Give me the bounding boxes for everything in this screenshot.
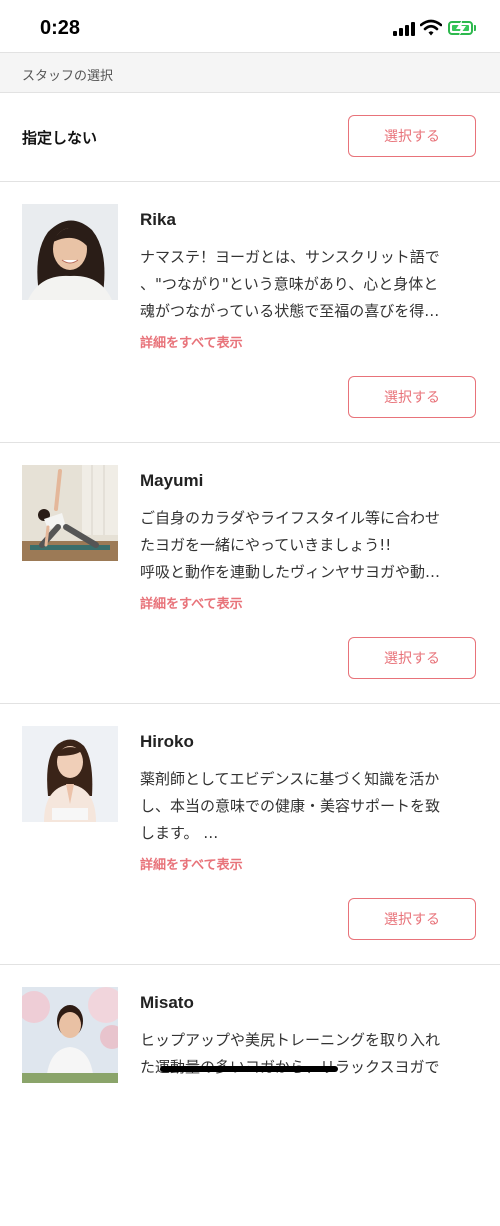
- show-more-link[interactable]: 詳細をすべて表示: [140, 332, 243, 351]
- staff-bio-line: 呼吸と動作を連動したヴィンヤサヨガや動…: [140, 563, 441, 581]
- staff-name: Misato: [140, 993, 194, 1012]
- battery-cap: [474, 25, 476, 31]
- home-indicator[interactable]: [160, 1066, 338, 1072]
- staff-photo-hiroko: [22, 726, 118, 822]
- staff-card-hiroko: Hiroko 薬剤師としてエビデンスに基づく知識を活か し、本当の意味での健康・…: [0, 704, 500, 965]
- charging-bolt-icon: [456, 20, 466, 36]
- status-bar: 0:28: [0, 0, 500, 52]
- no-preference-select-button[interactable]: 選択する: [348, 115, 476, 157]
- staff-bio-line: ナマステ！ヨーガとは、サンスクリット語で: [140, 248, 440, 266]
- show-more-link[interactable]: 詳細をすべて表示: [140, 854, 243, 873]
- staff-photo-mayumi: [22, 465, 118, 561]
- staff-photo-misato: [22, 987, 118, 1083]
- staff-bio: ヒップアップや美尻トレーニングを取り入れ た運動量の多いヨガから、リラックスヨガ…: [140, 1027, 478, 1081]
- staff-bio-line: 魂がつながっている状態で至福の喜びを得…: [140, 302, 440, 320]
- cellular-signal-icon: [393, 22, 417, 36]
- staff-bio-line: ご自身のカラダやライフスタイル等に合わせ: [140, 509, 441, 527]
- staff-name: Hiroko: [140, 732, 194, 751]
- select-staff-button[interactable]: 選択する: [348, 376, 476, 418]
- show-more-link[interactable]: 詳細をすべて表示: [140, 593, 243, 612]
- staff-card-mayumi: Mayumi ご自身のカラダやライフスタイル等に合わせ たヨガを一緒にやっていき…: [0, 443, 500, 704]
- staff-bio-line: します。 …: [140, 824, 219, 842]
- staff-bio-line: ヒップアップや美尻トレーニングを取り入れ: [140, 1031, 441, 1049]
- staff-bio-line: 薬剤師としてエビデンスに基づく知識を活か: [140, 770, 440, 788]
- staff-photo-rika: [22, 204, 118, 300]
- no-preference-row: 指定しない 選択する: [0, 93, 500, 182]
- staff-name: Mayumi: [140, 471, 204, 490]
- no-preference-label: 指定しない: [22, 129, 98, 147]
- staff-bio: 薬剤師としてエビデンスに基づく知識を活か し、本当の意味での健康・美容サポートを…: [140, 766, 478, 847]
- select-staff-button[interactable]: 選択する: [348, 898, 476, 940]
- staff-card-rika: Rika ナマステ！ヨーガとは、サンスクリット語で 、"つながり"という意味があ…: [0, 182, 500, 443]
- staff-bio-line: し、本当の意味での健康・美容サポートを致: [140, 797, 441, 815]
- staff-card-misato: Misato ヒップアップや美尻トレーニングを取り入れ た運動量の多いヨガから、…: [0, 965, 500, 1226]
- wifi-icon: [420, 19, 442, 36]
- section-header: スタッフの選択: [0, 52, 500, 93]
- staff-name: Rika: [140, 210, 176, 229]
- staff-bio-line: たヨガを一緒にやっていきましょう!!: [140, 536, 392, 554]
- section-header-label: スタッフの選択: [22, 69, 114, 84]
- staff-bio-line: 、"つながり"という意味があり、心と身体と: [140, 275, 439, 293]
- staff-bio: ご自身のカラダやライフスタイル等に合わせ たヨガを一緒にやっていきましょう!! …: [140, 505, 478, 586]
- status-time: 0:28: [40, 17, 81, 39]
- select-staff-button[interactable]: 選択する: [348, 637, 476, 679]
- staff-bio: ナマステ！ヨーガとは、サンスクリット語で 、"つながり"という意味があり、心と身…: [140, 244, 478, 325]
